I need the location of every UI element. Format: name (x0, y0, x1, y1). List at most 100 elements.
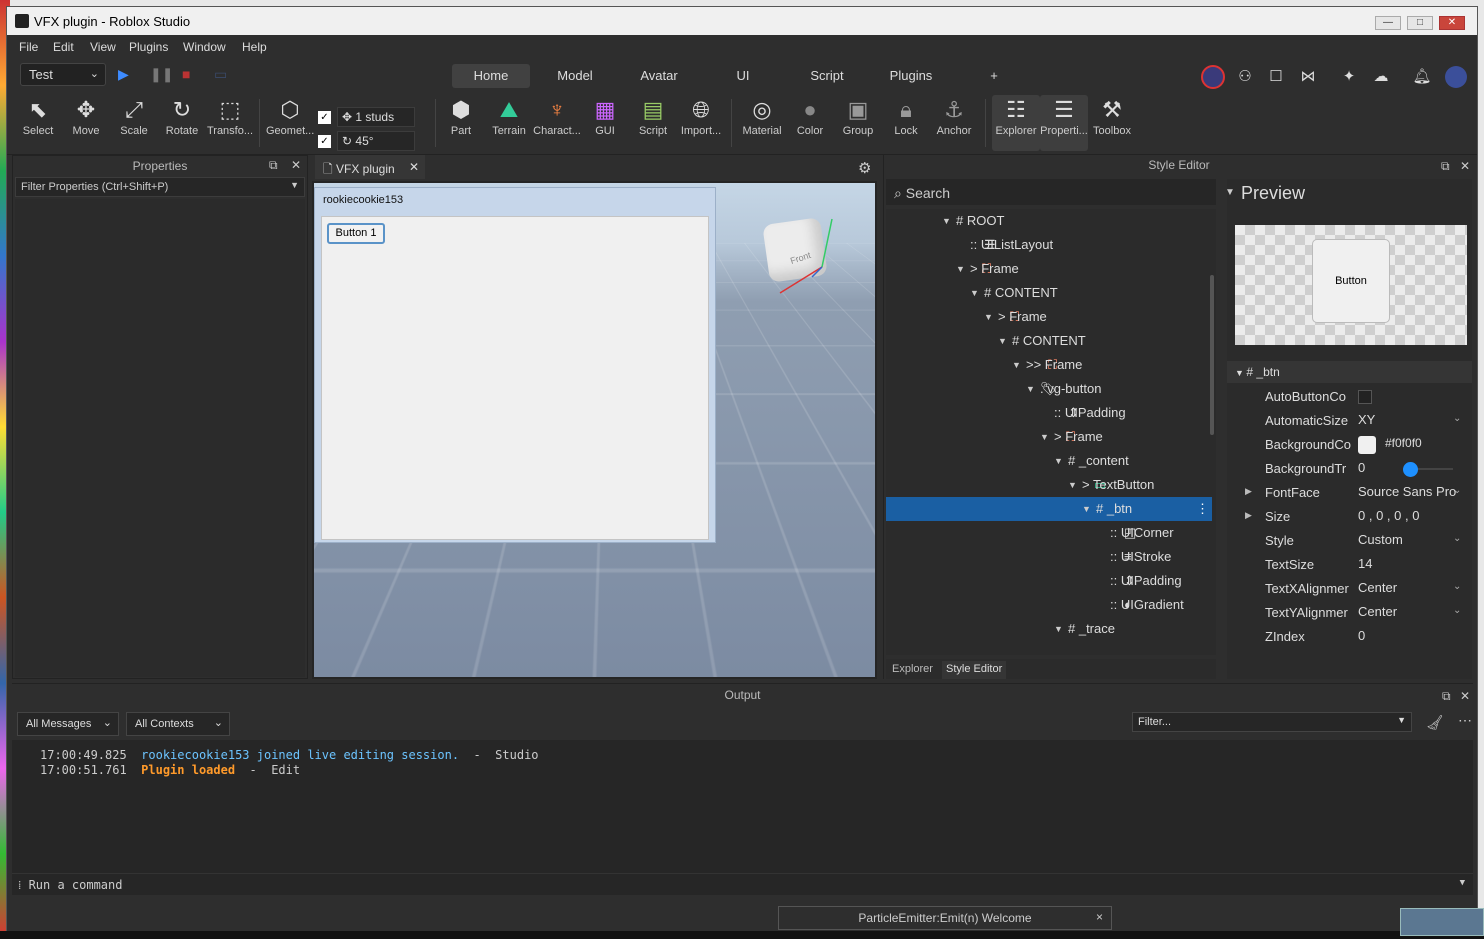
undock-icon[interactable]: ⧉ (1441, 159, 1450, 174)
chevron-down-icon[interactable]: ⌄ (1453, 605, 1461, 616)
snap-rotate-checkbox[interactable]: ✓ (318, 134, 331, 148)
menu-plugins[interactable]: Plugins (129, 40, 168, 54)
property-value[interactable]: 0 , 0 , 0 , 0 (1358, 508, 1419, 523)
rotate-tool-button[interactable]: ↻ Rotate (158, 95, 206, 151)
menu-help[interactable]: Help (242, 40, 267, 54)
minimize-button[interactable]: — (1375, 16, 1401, 30)
material-button[interactable]: ◎ Material (738, 95, 786, 151)
avatar-icon[interactable] (1201, 65, 1225, 89)
property-value[interactable]: Source Sans Pro (1358, 484, 1456, 499)
tree-node[interactable]: ▼ # _btn ⋮ (886, 497, 1212, 521)
group-button[interactable]: ▣ Group (834, 95, 882, 151)
chevron-down-icon[interactable]: ⌄ (1453, 533, 1461, 544)
snap-move-checkbox[interactable]: ✓ (318, 110, 331, 124)
tab-explorer[interactable]: Explorer (888, 661, 937, 679)
tree-node[interactable]: ⇕:: UIPadding (886, 569, 1216, 593)
script-button[interactable]: ▤ Script (629, 95, 677, 151)
explorer-button[interactable]: ☷ Explorer (992, 95, 1040, 151)
tree-scrollbar[interactable] (1210, 275, 1214, 435)
property-value[interactable]: Center (1358, 604, 1397, 619)
import-button[interactable]: 🌐︎ Import... (677, 95, 725, 151)
cloud-icon[interactable]: ☁ (1371, 67, 1391, 87)
chat-icon[interactable]: ☐ (1266, 67, 1286, 87)
tree-node[interactable]: ☰:: UIListLayout (886, 233, 1216, 257)
tree-node[interactable]: ◰:: UICorner (886, 521, 1216, 545)
property-checkbox[interactable] (1358, 390, 1372, 404)
scale-tool-button[interactable]: ⤢ Scale (110, 95, 158, 151)
expand-arrow-icon[interactable]: ▼ (942, 209, 951, 233)
gear-icon[interactable]: ⚙ (858, 159, 871, 177)
close-toast-icon[interactable]: × (1096, 910, 1103, 924)
maximize-button[interactable]: □ (1407, 16, 1433, 30)
undock-icon[interactable]: ⧉ (1442, 689, 1451, 704)
screen-icon[interactable]: ▭ (214, 66, 227, 83)
chevron-down-icon[interactable]: ⌄ (1453, 485, 1461, 496)
lock-button[interactable]: 🔒︎ Lock (882, 95, 930, 151)
expand-arrow-icon[interactable]: ▼ (998, 329, 1007, 353)
close-icon[interactable]: ✕ (291, 158, 301, 172)
tree-node[interactable]: ▼ ▭ > TextButton (886, 473, 1216, 497)
close-window-button[interactable]: ✕ (1439, 16, 1465, 30)
node-menu-icon[interactable]: ⋮ (1196, 497, 1209, 521)
property-value[interactable]: 0 (1358, 628, 1365, 643)
property-value[interactable]: 0 (1358, 460, 1365, 475)
tab-script[interactable]: Script (790, 64, 864, 88)
close-icon[interactable]: ✕ (1460, 689, 1470, 703)
taskbar-thumbnail[interactable] (1400, 908, 1484, 936)
snap-move-input[interactable]: ✥ 1 studs (337, 107, 415, 127)
tab-home[interactable]: Home (452, 64, 530, 88)
gui-button[interactable]: ▦ GUI (581, 95, 629, 151)
sparkle-icon[interactable]: ✦ (1339, 67, 1359, 87)
pause-icon[interactable]: ❚❚ (150, 66, 173, 83)
expand-arrow-icon[interactable]: ▼ (1082, 497, 1091, 521)
move-tool-button[interactable]: ✥ Move (62, 95, 110, 151)
bell-icon[interactable]: 🔔︎ (1412, 67, 1432, 87)
transform-tool-button[interactable]: ⬚ Transfo... (206, 95, 254, 151)
expand-arrow-icon[interactable]: ▼ (956, 257, 965, 281)
expand-arrow-icon[interactable]: ▼ (984, 305, 993, 329)
menu-window[interactable]: Window (183, 40, 226, 54)
test-mode-select[interactable]: Test ⌄ (20, 63, 106, 86)
expand-arrow-icon[interactable]: ▼ (1068, 473, 1077, 497)
chevron-down-icon[interactable]: ⌄ (1453, 413, 1461, 424)
menu-file[interactable]: File (19, 40, 38, 54)
tab-plugins[interactable]: Plugins (874, 64, 948, 88)
more-options-icon[interactable]: ⋯ (1458, 712, 1472, 729)
terrain-button[interactable]: ⛰ Terrain (485, 95, 533, 151)
tab-model[interactable]: Model (538, 64, 612, 88)
tree-node[interactable]: ▼ # ROOT (886, 209, 1216, 233)
tree-node[interactable]: ▼ # _trace (886, 617, 1216, 641)
tree-node[interactable]: ▼ # CONTENT (886, 329, 1216, 353)
slider-knob[interactable] (1403, 462, 1418, 477)
3d-scene[interactable]: Front rookiecookie153 Button 1 (312, 181, 877, 679)
expand-arrow-icon[interactable]: ▼ (1054, 449, 1063, 473)
clear-output-icon[interactable]: 🧹︎ (1426, 714, 1444, 731)
property-value[interactable]: XY (1358, 412, 1375, 427)
tree-node[interactable]: ◐:: UIGradient (886, 593, 1216, 617)
properties-button[interactable]: ☰ Properti... (1040, 95, 1088, 151)
profile-icon[interactable] (1445, 66, 1467, 88)
stop-icon[interactable]: ■ (182, 66, 190, 82)
property-value[interactable]: 14 (1358, 556, 1372, 571)
output-filter-input[interactable]: Filter... ▼ (1132, 712, 1412, 732)
color-button[interactable]: ● Color (786, 95, 834, 151)
geometry-button[interactable]: ⬡ Geomet... (266, 95, 314, 151)
play-icon[interactable]: ▶ (118, 66, 129, 83)
message-filter-select[interactable]: All Messages ⌄ (17, 712, 119, 736)
viewport-tab[interactable]: 🗋︎ VFX plugin ✕ (315, 155, 425, 179)
properties-filter-input[interactable]: Filter Properties (Ctrl+Shift+P) ▼ (15, 177, 305, 197)
add-user-icon[interactable]: ⚇ (1235, 67, 1255, 87)
menu-view[interactable]: View (90, 40, 116, 54)
tree-node[interactable]: ▼ ⛶ >> Frame (886, 353, 1216, 377)
share-icon[interactable]: ⋈ (1298, 67, 1318, 87)
expand-arrow-icon[interactable]: ▼ (1054, 617, 1063, 641)
context-filter-select[interactable]: All Contexts ⌄ (126, 712, 230, 736)
tree-node[interactable]: ▼ ⛶ > Frame (886, 257, 1216, 281)
expand-arrow-icon[interactable]: ▼ (1026, 377, 1035, 401)
chevron-down-icon[interactable]: ⌄ (1453, 581, 1461, 592)
add-tab-button[interactable]: + (984, 64, 1004, 88)
anchor-button[interactable]: ⚓︎ Anchor (930, 95, 978, 151)
expand-arrow-icon[interactable]: ▼ (970, 281, 979, 305)
expand-arrow-icon[interactable]: ▶ (1245, 510, 1252, 521)
expand-arrow-icon[interactable]: ▼ (1012, 353, 1021, 377)
